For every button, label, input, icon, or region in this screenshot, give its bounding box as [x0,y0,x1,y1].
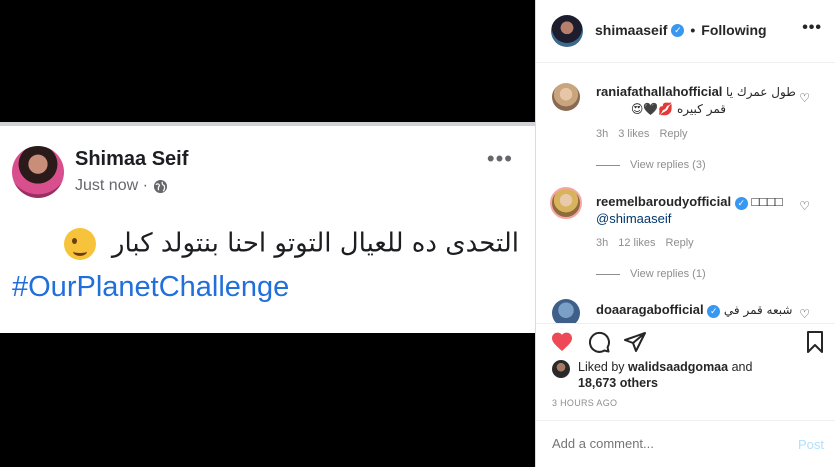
comments-list[interactable]: raniafathallahofficial طول عمرك يا قمر ك… [536,63,835,323]
fb-hashtag: #OurPlanetChallenge [12,271,290,303]
wink-emoji-icon [63,228,96,260]
save-bookmark-icon[interactable] [803,330,827,354]
comment-reply-button[interactable]: Reply [659,128,687,140]
comment-body: raniafathallahofficial طول عمرك يا قمر ك… [596,83,796,118]
replies-line [596,273,620,275]
view-replies-label: View replies (3) [630,159,706,171]
separator-dot: • [690,22,696,38]
add-comment-input[interactable] [552,436,772,451]
author-username[interactable]: shimaaseif [595,22,667,38]
comment-likes[interactable]: 12 likes [618,237,655,249]
fb-more-icon: ••• [486,146,513,171]
like-heart-icon[interactable] [550,330,574,354]
post-media[interactable]: Shimaa Seif Just now · ••• التحدى ده للع… [0,0,535,467]
comment-likes[interactable]: 3 likes [618,128,649,140]
liked-by-and: and [731,360,753,374]
post-comment-button[interactable]: Post [798,437,824,452]
verified-badge-icon: ✓ [734,197,748,210]
comment-meta: 3h 3 likes Reply [596,128,688,140]
comment-text: □□□□ [751,194,783,209]
liked-by-summary: Liked by walidsaadgomaa and 18,673 other… [552,359,752,391]
replies-line [596,164,620,166]
following-button[interactable]: Following [701,22,766,38]
comment-body: reemelbaroudyofficial ✓ □□□□ @shimaaseif [596,193,796,227]
comment-time: 3h [596,237,609,249]
comment-like-heart-icon[interactable]: ♡ [799,307,810,321]
commenter-username[interactable]: reemelbaroudyofficial [596,194,731,209]
post-header: shimaaseif ✓ • Following ••• [536,0,835,63]
comment-like-heart-icon[interactable]: ♡ [799,91,810,105]
liked-by-user[interactable]: walidsaadgomaa [628,360,728,374]
commenter-username[interactable]: raniafathallahofficial [596,84,722,99]
comment-mention[interactable]: @shimaaseif [596,210,796,227]
commenter-avatar[interactable] [552,83,580,111]
facebook-post-screenshot: Shimaa Seif Just now · ••• التحدى ده للع… [0,122,535,333]
comment-like-heart-icon[interactable]: ♡ [799,199,810,213]
comment-reply-button[interactable]: Reply [666,237,694,249]
verified-badge-icon: ✓ [671,23,685,37]
liked-by-text: Liked by walidsaadgomaa and 18,673 other… [578,359,752,391]
author-info: shimaaseif ✓ • Following [595,22,767,38]
comment-text: طول عمرك يا [726,85,796,99]
comment-meta: 3h 12 likes Reply [596,237,694,249]
view-replies-button[interactable]: View replies (1) [596,268,706,280]
liker-avatar[interactable] [552,360,570,378]
post-timestamp[interactable]: 3 HOURS AGO [552,398,617,408]
comment-body: doaaragabofficial ✓ شبعه قمر في كل [596,301,796,323]
fb-post-meta: Just now · [75,177,168,195]
fb-post-time: Just now · [75,177,148,194]
commenter-avatar[interactable] [552,299,580,323]
post-actions [536,323,835,355]
fb-post-text: التحدى ده للعيال التوتو احنا بنتولد كبار [63,228,519,260]
share-paper-plane-icon[interactable] [623,330,647,354]
fb-author-name: Shimaa Seif [75,148,189,170]
comment-text-line2: قمر كبيره 💋🖤😍 [630,102,726,116]
author-avatar[interactable] [551,15,583,47]
fb-avatar [12,146,64,198]
verified-badge-icon: ✓ [707,305,721,318]
post-side-panel: shimaaseif ✓ • Following ••• raniafathal… [535,0,835,467]
commenter-avatar[interactable] [550,187,582,219]
add-comment-bar: Post [536,420,835,467]
globe-icon [153,179,167,193]
comment-time: 3h [596,128,609,140]
comment-bubble-icon[interactable] [587,330,611,354]
liked-by-others[interactable]: 18,673 others [578,376,658,390]
fb-post-text-content: التحدى ده للعيال التوتو احنا بنتولد كبار [111,228,519,259]
liked-by-prefix: Liked by [578,360,625,374]
view-replies-label: View replies (1) [630,268,706,280]
view-replies-button[interactable]: View replies (3) [596,159,706,171]
more-options-icon[interactable]: ••• [802,19,822,37]
commenter-username[interactable]: doaaragabofficial [596,302,704,317]
